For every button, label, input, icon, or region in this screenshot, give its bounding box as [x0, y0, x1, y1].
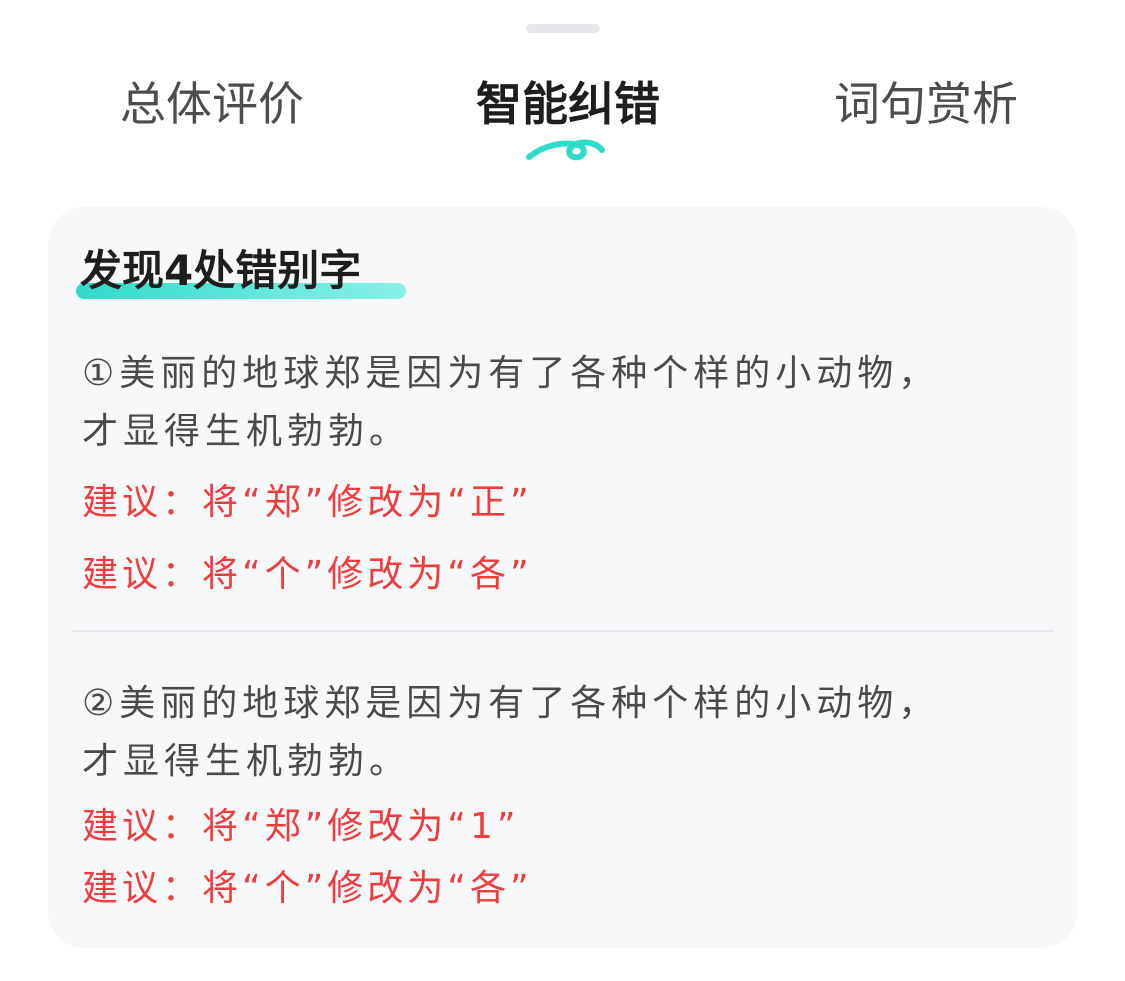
divider	[72, 630, 1054, 632]
correction-card: 发现4处错别字 ①美丽的地球郑是因为有了各种个样的小动物，才显得生机勃勃。 建议…	[48, 207, 1077, 948]
suggestion-text: 建议：将“郑”修改为“1”	[82, 806, 520, 847]
suggestion-text: 建议：将“郑”修改为“正”	[82, 482, 533, 523]
original-sentence: ②美丽的地球郑是因为有了各种个样的小动物，才显得生机勃勃。	[82, 683, 940, 782]
card-title-block: 发现4处错别字	[76, 243, 406, 303]
original-sentence: ①美丽的地球郑是因为有了各种个样的小动物，才显得生机勃勃。	[82, 353, 940, 452]
tab-phrase-appreciation[interactable]: 词句赏析	[834, 72, 1018, 136]
suggestion-text: 建议：将“个”修改为“各”	[82, 554, 533, 595]
correction-item: ①美丽的地球郑是因为有了各种个样的小动物，才显得生机勃勃。 建议：将“郑”修改为…	[82, 345, 962, 597]
tab-overall-evaluation[interactable]: 总体评价	[120, 72, 304, 136]
drag-handle[interactable]	[526, 24, 600, 33]
active-tab-swoosh-icon	[526, 139, 605, 161]
suggestion-text: 建议：将“个”修改为“各”	[82, 868, 533, 909]
tab-smart-correction[interactable]: 智能纠错	[476, 72, 660, 136]
correction-item: ②美丽的地球郑是因为有了各种个样的小动物，才显得生机勃勃。 建议：将“郑”修改为…	[82, 675, 962, 911]
card-title: 发现4处错别字	[80, 246, 362, 295]
